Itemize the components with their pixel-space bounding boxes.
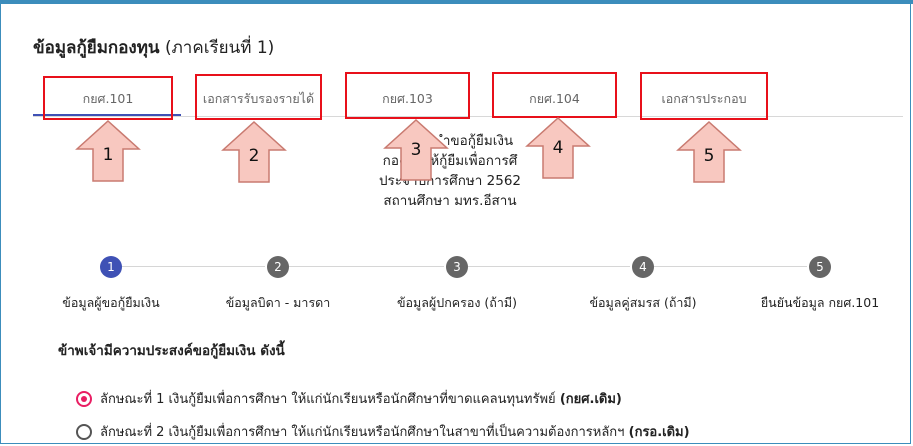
stepper-connector [122,266,265,267]
step-4-label[interactable]: ข้อมูลคู่สมรส (ถ้ามี) [563,293,723,313]
annotation-arrow-4: 4 [525,116,591,180]
annotation-arrow-2: 2 [221,120,287,184]
page-title-sub: (ภาคเรียนที่ 1) [164,38,275,58]
annotation-box-2 [195,74,322,120]
step-5-circle[interactable]: 5 [809,256,831,278]
annotation-arrow-3: 3 [383,118,449,182]
form-header-line4: สถานศึกษา มทร.อีสาน [383,193,517,209]
annotation-box-5 [640,72,768,120]
annotation-box-1 [43,76,173,120]
step-3-circle[interactable]: 3 [446,256,468,278]
content-frame [0,0,911,444]
option-type-2-label: ลักษณะที่ 2 เงินกู้ยืมเพื่อการศึกษา ให้แ… [100,425,690,440]
arrow-number-1: 1 [102,145,114,165]
page-title-main: ข้อมูลกู้ยืมกองทุน [33,38,160,58]
step-4-circle[interactable]: 4 [632,256,654,278]
arrow-number-4: 4 [552,138,564,158]
step-5-label[interactable]: ยืนยันข้อมูล กยศ.101 [735,293,905,313]
annotation-box-4 [492,72,617,118]
arrow-number-3: 3 [410,140,422,160]
step-1-circle[interactable]: 1 [100,256,122,278]
annotation-arrow-1: 1 [75,119,141,183]
annotation-box-3 [345,72,470,119]
arrow-number-5: 5 [703,146,715,166]
annotation-arrow-5: 5 [676,120,742,184]
option-type-1-label: ลักษณะที่ 1 เงินกู้ยืมเพื่อการศึกษา ให้แ… [100,392,622,407]
step-2-circle[interactable]: 2 [267,256,289,278]
step-2-label[interactable]: ข้อมูลบิดา - มารดา [198,293,358,313]
step-3-label[interactable]: ข้อมูลผู้ปกครอง (ถ้ามี) [372,293,542,313]
stepper-connector [289,266,444,267]
arrow-number-2: 2 [248,146,260,166]
stepper-connector [654,266,807,267]
loan-purpose-question: ข้าพเจ้ามีความประสงค์ขอกู้ยืมเงิน ดังนี้ [58,343,285,359]
step-1-label[interactable]: ข้อมูลผู้ขอกู้ยืมเงิน [31,293,191,313]
page-title: ข้อมูลกู้ยืมกองทุน (ภาคเรียนที่ 1) [33,34,274,61]
stepper-connector [468,266,630,267]
radio-type-2[interactable] [76,424,92,440]
radio-type-1[interactable] [76,391,92,407]
